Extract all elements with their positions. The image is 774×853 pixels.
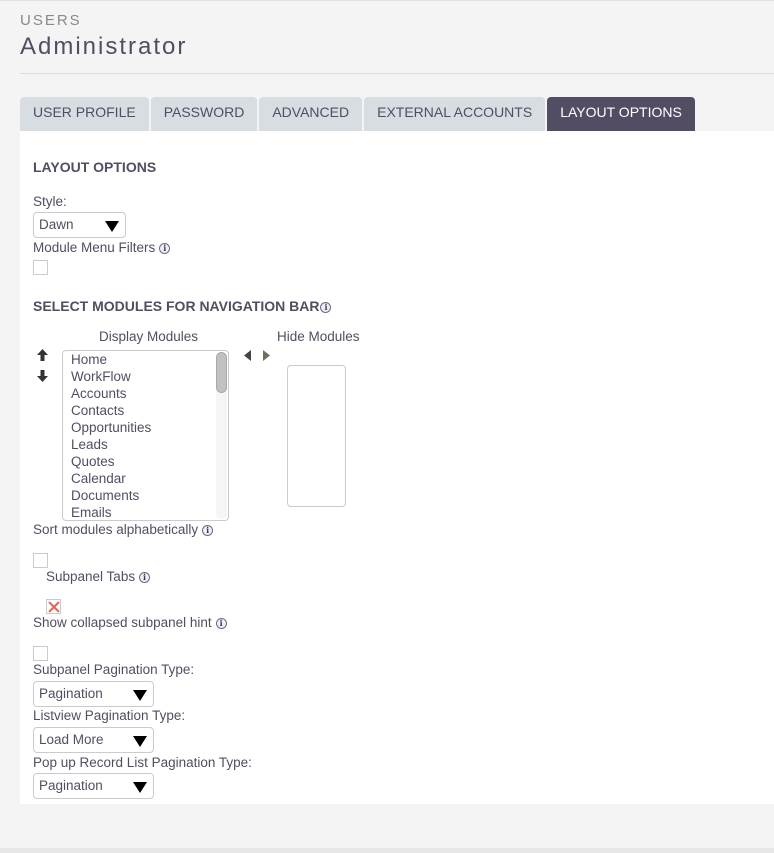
listview-pagination-select[interactable]: Load More <box>33 727 154 753</box>
tab-password[interactable]: PASSWORD <box>150 97 258 131</box>
subpanel-pagination-select[interactable]: Pagination <box>33 681 154 707</box>
display-module-option[interactable]: Contacts <box>63 402 228 419</box>
module-name: USERS <box>20 12 82 29</box>
module-menu-filters-label: Module Menu Filters i <box>33 240 171 255</box>
info-icon[interactable]: i <box>139 571 151 583</box>
display-module-option[interactable]: Opportunities <box>63 419 228 436</box>
info-icon[interactable]: i <box>215 617 227 629</box>
style-select[interactable]: Dawn <box>33 212 126 238</box>
triangle-left-icon[interactable] <box>244 350 252 361</box>
caret-down-icon <box>133 782 147 793</box>
hide-modules-list[interactable] <box>287 365 346 507</box>
tab-external-accounts[interactable]: EXTERNAL ACCOUNTS <box>364 97 546 131</box>
collapsed-hint-label: Show collapsed subpanel hint i <box>33 615 227 630</box>
display-module-option[interactable]: Emails <box>63 504 228 520</box>
tab-user-profile[interactable]: USER PROFILE <box>20 97 149 131</box>
info-icon[interactable]: i <box>320 301 332 313</box>
title-divider <box>20 73 774 74</box>
tab-bar: USER PROFILE PASSWORD ADVANCED EXTERNAL … <box>20 97 697 131</box>
top-border <box>0 0 774 1</box>
footer-bar <box>0 848 774 853</box>
triangle-right-icon[interactable] <box>263 350 271 361</box>
subpanel-pagination-value: Pagination <box>39 686 103 701</box>
navigation-heading-text: SELECT MODULES FOR NAVIGATION BAR <box>33 298 320 314</box>
display-module-option[interactable]: Accounts <box>63 385 228 402</box>
display-module-option[interactable]: Quotes <box>63 453 228 470</box>
collapsed-hint-checkbox[interactable] <box>33 646 48 661</box>
style-label: Style: <box>33 194 67 209</box>
collapsed-hint-text: Show collapsed subpanel hint <box>33 615 212 630</box>
navigation-heading: SELECT MODULES FOR NAVIGATION BAR i <box>33 298 332 314</box>
sort-alpha-checkbox[interactable] <box>33 553 48 568</box>
display-modules-list[interactable]: Home WorkFlow Accounts Contacts Opportunitie… <box>62 350 229 521</box>
listview-pagination-label: Listview Pagination Type: <box>33 708 186 723</box>
display-module-option[interactable]: Home <box>63 351 228 368</box>
display-module-option[interactable]: WorkFlow <box>63 368 228 385</box>
caret-down-icon <box>133 736 147 747</box>
popup-pagination-select[interactable]: Pagination <box>33 773 154 799</box>
popup-pagination-label: Pop up Record List Pagination Type: <box>33 755 252 770</box>
layout-options-heading: LAYOUT OPTIONS <box>33 159 157 175</box>
display-module-option[interactable]: Documents <box>63 487 228 504</box>
layout-options-panel: LAYOUT OPTIONS Style: Dawn Module Menu F… <box>20 131 774 804</box>
sort-alpha-text: Sort modules alphabetically <box>33 522 199 537</box>
scrollbar-thumb[interactable] <box>216 352 227 393</box>
arrow-down-icon[interactable] <box>37 370 48 382</box>
info-icon[interactable]: i <box>202 524 214 536</box>
module-menu-filters-text: Module Menu Filters <box>33 240 156 255</box>
info-icon[interactable]: i <box>159 242 171 254</box>
listview-pagination-value: Load More <box>39 732 104 747</box>
module-menu-filters-checkbox[interactable] <box>33 260 48 275</box>
display-module-option[interactable]: Calendar <box>63 470 228 487</box>
sort-alpha-label: Sort modules alphabetically i <box>33 522 214 537</box>
subpanel-tabs-checkbox[interactable] <box>46 599 61 614</box>
tab-advanced[interactable]: ADVANCED <box>259 97 363 131</box>
subpanel-pagination-label: Subpanel Pagination Type: <box>33 662 195 677</box>
display-module-option[interactable]: Leads <box>63 436 228 453</box>
page-title: Administrator <box>20 33 188 60</box>
style-select-value: Dawn <box>39 217 74 232</box>
tab-layout-options[interactable]: LAYOUT OPTIONS <box>547 97 695 131</box>
subpanel-tabs-text: Subpanel Tabs <box>46 569 136 584</box>
hide-modules-label: Hide Modules <box>277 329 360 344</box>
display-modules-label: Display Modules <box>99 329 199 344</box>
arrow-up-icon[interactable] <box>37 349 48 361</box>
caret-down-icon <box>133 690 147 701</box>
subpanel-tabs-label: Subpanel Tabs i <box>46 569 151 584</box>
caret-down-icon <box>105 221 119 232</box>
popup-pagination-value: Pagination <box>39 778 103 793</box>
